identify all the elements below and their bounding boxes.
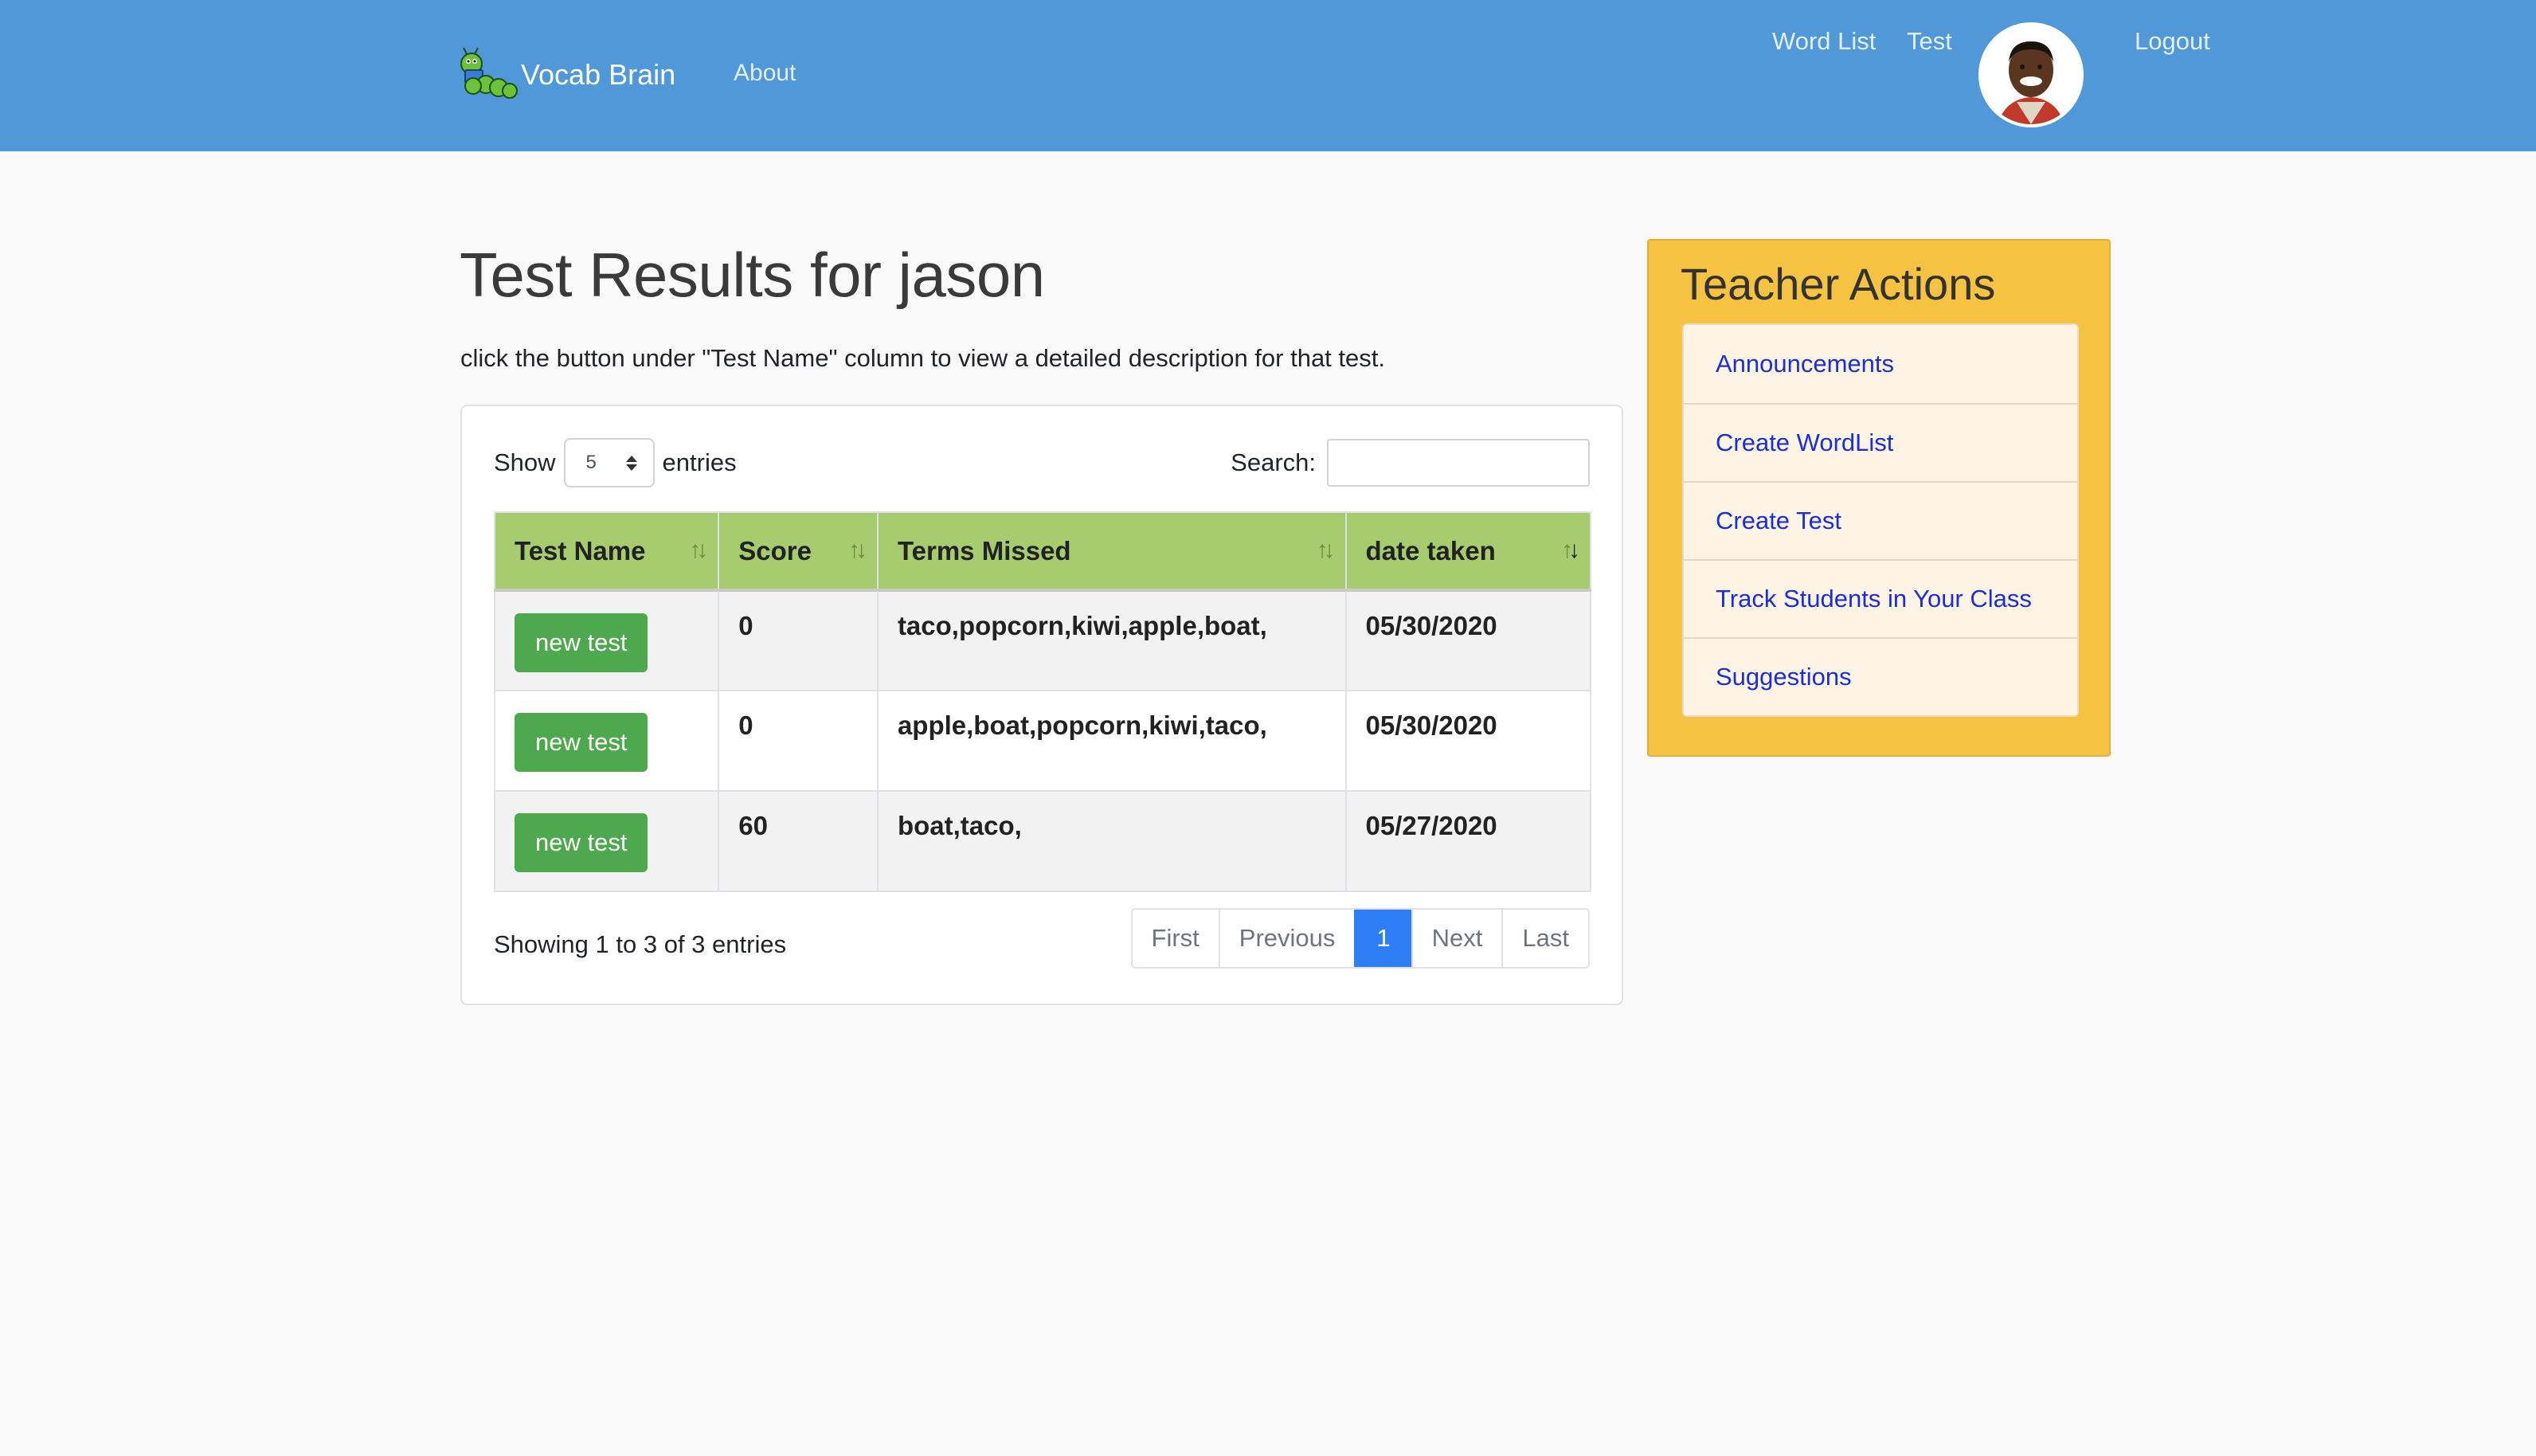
sidebar-item-create-wordlist[interactable]: Create WordList [1684, 403, 2077, 481]
results-table: Test Name ↑↓ Score ↑↓ Terms Missed ↑↓ da… [493, 511, 1591, 892]
user-avatar[interactable] [1978, 22, 2084, 127]
page-next-button[interactable]: Next [1411, 910, 1502, 967]
search-label: Search: [1231, 448, 1316, 476]
caterpillar-logo-icon [457, 45, 518, 105]
length-value: 5 [585, 452, 597, 473]
show-label: Show [494, 448, 556, 476]
table-header-row: Test Name ↑↓ Score ↑↓ Terms Missed ↑↓ da… [493, 511, 1591, 592]
table-info: Showing 1 to 3 of 3 entries [494, 930, 787, 958]
terms-missed-cell: boat,taco, [876, 790, 1347, 892]
column-header-terms-missed[interactable]: Terms Missed ↑↓ [876, 511, 1347, 592]
date-taken-cell: 05/30/2020 [1344, 690, 1591, 792]
column-header-score[interactable]: Score ↑↓ [718, 511, 879, 592]
length-control: Show 5 entries [494, 438, 737, 487]
select-arrows-icon [625, 455, 637, 471]
sidebar-item-track-students[interactable]: Track Students in Your Class [1684, 559, 2077, 637]
page-title: Test Results for jason [460, 240, 1045, 310]
test-name-cell: new test [493, 690, 720, 792]
table-row: new test 60 boat,taco, 05/27/2020 [493, 790, 1591, 892]
view-test-button[interactable]: new test [515, 713, 648, 772]
nav-about-link[interactable]: About [734, 60, 796, 87]
page-1-button[interactable]: 1 [1354, 910, 1411, 967]
page-previous-button[interactable]: Previous [1218, 910, 1355, 967]
score-cell: 0 [718, 589, 879, 691]
teacher-actions-panel: Teacher Actions Announcements Create Wor… [1647, 239, 2111, 757]
test-name-cell: new test [493, 790, 720, 892]
teacher-actions-title: Teacher Actions [1681, 259, 1996, 309]
brand-name: Vocab Brain [521, 58, 676, 91]
date-taken-cell: 05/30/2020 [1344, 589, 1591, 691]
date-taken-cell: 05/27/2020 [1344, 790, 1591, 892]
terms-missed-cell: taco,popcorn,kiwi,apple,boat, [876, 589, 1347, 691]
page-first-button[interactable]: First [1132, 910, 1219, 967]
navbar: Vocab Brain About Word List Test Logout [0, 0, 2536, 151]
view-test-button[interactable]: new test [515, 613, 648, 672]
nav-word-list-link[interactable]: Word List [1772, 27, 1876, 56]
table-row: new test 0 apple,boat,popcorn,kiwi,taco,… [493, 690, 1591, 792]
search-input[interactable] [1327, 439, 1590, 487]
brand-link[interactable]: Vocab Brain [457, 45, 675, 105]
sidebar-item-create-test[interactable]: Create Test [1684, 481, 2077, 559]
score-cell: 0 [718, 690, 879, 792]
pagination: First Previous 1 Next Last [1130, 908, 1590, 969]
nav-logout-link[interactable]: Logout [2135, 27, 2210, 56]
sort-descending-icon: ↑↓ [1561, 537, 1580, 563]
entries-length-select[interactable]: 5 [563, 438, 655, 487]
sort-icon: ↑↓ [847, 537, 867, 563]
column-header-date-taken[interactable]: date taken ↑↓ [1344, 511, 1591, 592]
sidebar-item-announcements[interactable]: Announcements [1684, 325, 2077, 403]
test-name-cell: new test [493, 589, 720, 691]
page-last-button[interactable]: Last [1501, 910, 1588, 967]
nav-test-link[interactable]: Test [1907, 27, 1952, 56]
column-header-test-name[interactable]: Test Name ↑↓ [493, 511, 720, 592]
search-control: Search: [1231, 438, 1590, 487]
score-cell: 60 [718, 790, 879, 892]
sort-icon: ↑↓ [689, 537, 708, 563]
table-row: new test 0 taco,popcorn,kiwi,apple,boat,… [493, 589, 1591, 691]
terms-missed-cell: apple,boat,popcorn,kiwi,taco, [876, 690, 1347, 792]
results-card: Show 5 entries Search: Test Name ↑↓ Scor… [460, 405, 1623, 1005]
sort-icon: ↑↓ [1316, 537, 1336, 563]
view-test-button[interactable]: new test [515, 813, 648, 872]
sidebar-item-suggestions[interactable]: Suggestions [1684, 637, 2077, 715]
entries-label: entries [662, 448, 737, 476]
instructions-text: click the button under "Test Name" colum… [460, 344, 1385, 372]
teacher-actions-list: Announcements Create WordList Create Tes… [1682, 323, 2079, 717]
